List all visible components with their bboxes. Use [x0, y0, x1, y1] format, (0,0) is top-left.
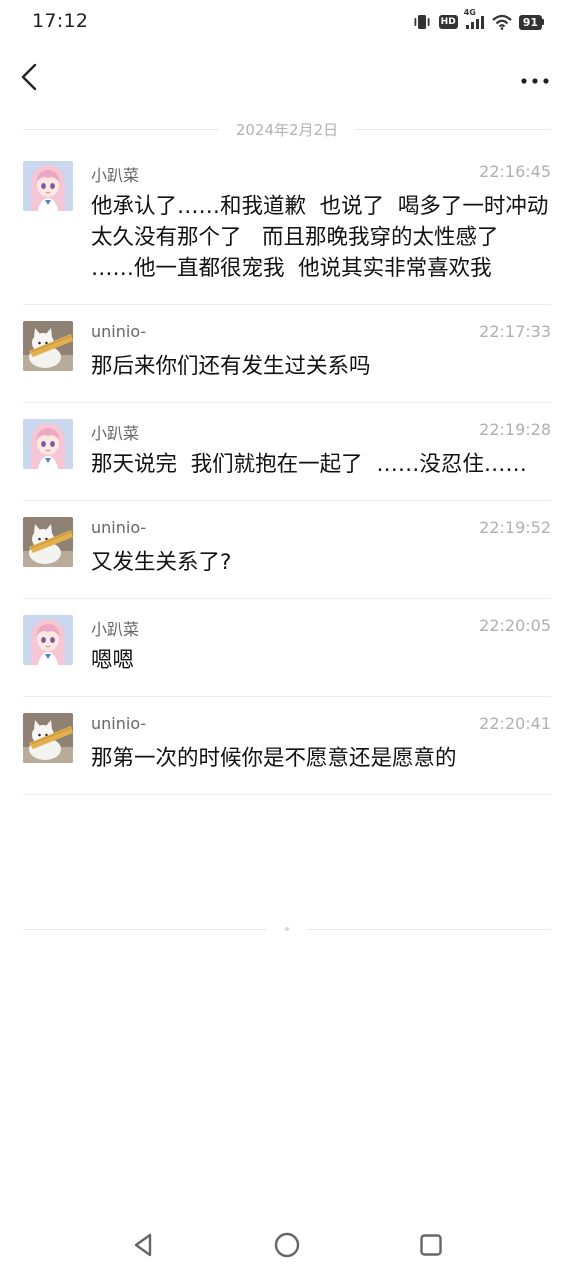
- message-timestamp: 22:16:45: [479, 162, 551, 181]
- sender-name: 小趴菜: [91, 166, 140, 185]
- divider-dot: [285, 927, 289, 931]
- battery-icon: 91: [518, 14, 544, 30]
- wifi-icon: [491, 14, 512, 30]
- divider-line: [23, 929, 267, 930]
- square-recents-icon: [418, 1232, 444, 1262]
- date-divider: 2024年2月2日: [23, 118, 551, 140]
- divider-line: [355, 129, 551, 130]
- vibrate-icon: [412, 14, 432, 30]
- anime-girl-avatar[interactable]: [23, 615, 73, 665]
- message-text: 又发生关系了?: [91, 550, 232, 575]
- status-time: 17:12: [32, 10, 89, 32]
- message-item[interactable]: 小趴菜 22:16:45 他承认了……和我道歉 也说了 喝多了一时冲动 太久没有那个…: [23, 145, 551, 305]
- message-header: uninio- 22:20:41: [91, 713, 551, 735]
- network-type: 4G: [463, 8, 476, 17]
- message-item[interactable]: uninio- 22:19:52 又发生关系了?: [23, 501, 551, 599]
- triangle-back-icon: [131, 1232, 155, 1262]
- hd-icon: HD: [438, 15, 458, 29]
- message-timestamp: 22:19:52: [479, 518, 551, 537]
- nav-home-button[interactable]: [272, 1232, 302, 1262]
- message-text: 他承认了……和我道歉 也说了 喝多了一时冲动 太久没有那个了 而且那晚我穿的太性…: [91, 194, 569, 281]
- sender-name: uninio-: [91, 518, 147, 537]
- sender-name: 小趴菜: [91, 620, 140, 639]
- message-timestamp: 22:20:41: [479, 714, 551, 733]
- more-button[interactable]: [518, 66, 552, 92]
- chevron-left-icon: [20, 63, 38, 95]
- message-item[interactable]: uninio- 22:17:33 那后来你们还有发生过关系吗: [23, 305, 551, 403]
- navigation-bar: [0, 1218, 574, 1274]
- anime-girl-avatar[interactable]: [23, 161, 73, 211]
- message-item[interactable]: uninio- 22:20:41 那第一次的时候你是不愿意还是愿意的: [23, 697, 551, 795]
- signal-icon: 4G: [464, 8, 485, 30]
- message-text: 那后来你们还有发生过关系吗: [91, 354, 371, 379]
- status-icons: HD 4G 91: [412, 8, 544, 32]
- battery-level: 91: [518, 14, 542, 30]
- message-list: 小趴菜 22:16:45 他承认了……和我道歉 也说了 喝多了一时冲动 太久没有那个…: [0, 145, 574, 795]
- anime-girl-avatar[interactable]: [23, 419, 73, 469]
- nav-back-button[interactable]: [128, 1232, 158, 1262]
- more-horizontal-icon: [520, 70, 550, 89]
- message-timestamp: 22:20:05: [479, 616, 551, 635]
- nav-recents-button[interactable]: [416, 1232, 446, 1262]
- end-of-history-divider: [23, 918, 551, 940]
- message-timestamp: 22:19:28: [479, 420, 551, 439]
- divider-line: [307, 929, 551, 930]
- status-bar: 17:12 HD 4G 91: [0, 0, 574, 44]
- message-header: 小趴菜 22:19:28: [91, 419, 551, 443]
- message-header: 小趴菜 22:16:45: [91, 161, 551, 185]
- message-item[interactable]: 小趴菜 22:19:28 那天说完 我们就抱在一起了 ……没忍住……: [23, 403, 551, 501]
- header: [0, 50, 574, 110]
- message-text: 那天说完 我们就抱在一起了 ……没忍住……: [91, 452, 527, 477]
- circle-home-icon: [273, 1231, 301, 1263]
- back-button[interactable]: [14, 62, 44, 96]
- white-cat-avatar[interactable]: [23, 517, 73, 567]
- message-header: uninio- 22:19:52: [91, 517, 551, 539]
- message-text: 嗯嗯: [91, 648, 135, 673]
- message-text: 那第一次的时候你是不愿意还是愿意的: [91, 746, 457, 771]
- white-cat-avatar[interactable]: [23, 713, 73, 763]
- message-item[interactable]: 小趴菜 22:20:05 嗯嗯: [23, 599, 551, 697]
- sender-name: 小趴菜: [91, 424, 140, 443]
- white-cat-avatar[interactable]: [23, 321, 73, 371]
- message-timestamp: 22:17:33: [479, 322, 551, 341]
- sender-name: uninio-: [91, 322, 147, 341]
- sender-name: uninio-: [91, 714, 147, 733]
- message-header: uninio- 22:17:33: [91, 321, 551, 343]
- message-header: 小趴菜 22:20:05: [91, 615, 551, 639]
